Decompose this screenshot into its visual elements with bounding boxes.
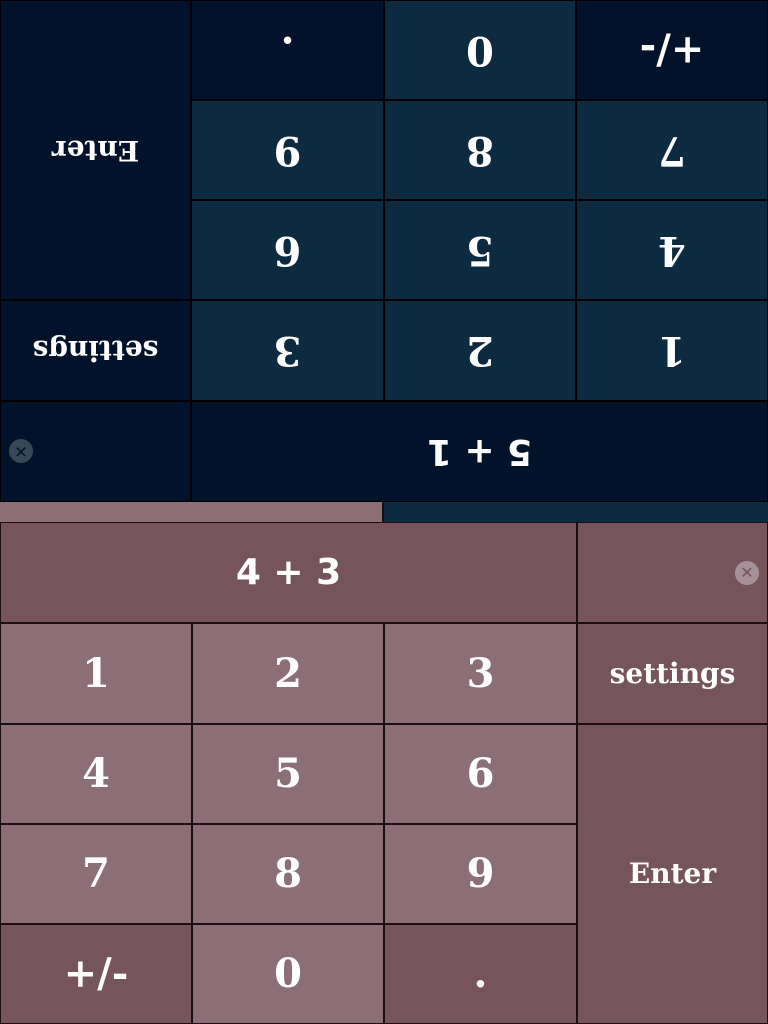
two-player-calculator: 5 + 1 ✕ 1 2 3 settings 4 5 6 7 8 9 Enter… [0, 0, 768, 1024]
bottom-key-1[interactable]: 1 [0, 623, 192, 724]
bottom-expression-text: 4 + 3 [235, 551, 342, 593]
top-key-8[interactable]: 8 [384, 100, 576, 200]
top-clear-area: ✕ [0, 401, 191, 502]
top-decimal-button[interactable]: . [191, 0, 384, 100]
top-key-1[interactable]: 1 [576, 300, 768, 401]
top-clear-icon[interactable]: ✕ [9, 439, 33, 463]
top-key-2[interactable]: 2 [384, 300, 576, 401]
top-expression-display: 5 + 1 [191, 401, 768, 502]
divider-strip-right [384, 502, 768, 522]
divider-strip-left [0, 502, 384, 522]
top-expression-text: 5 + 1 [426, 431, 533, 473]
bottom-key-0[interactable]: 0 [192, 924, 384, 1024]
top-settings-button[interactable]: settings [0, 300, 191, 401]
bottom-player-pad: 4 + 3 ✕ 1 2 3 settings 4 5 6 7 8 9 Enter… [0, 522, 768, 1024]
top-enter-button[interactable]: Enter [0, 0, 191, 300]
bottom-clear-area: ✕ [577, 522, 768, 623]
bottom-key-6[interactable]: 6 [384, 724, 577, 824]
bottom-clear-icon[interactable]: ✕ [735, 561, 759, 585]
bottom-decimal-button[interactable]: . [384, 924, 577, 1024]
bottom-enter-button[interactable]: Enter [577, 724, 768, 1024]
bottom-key-9[interactable]: 9 [384, 824, 577, 924]
bottom-key-8[interactable]: 8 [192, 824, 384, 924]
top-key-0[interactable]: 0 [384, 0, 576, 100]
top-player-pad: 5 + 1 ✕ 1 2 3 settings 4 5 6 7 8 9 Enter… [0, 0, 768, 502]
bottom-key-2[interactable]: 2 [192, 623, 384, 724]
top-key-5[interactable]: 5 [384, 200, 576, 300]
top-key-3[interactable]: 3 [191, 300, 384, 401]
bottom-sign-toggle-button[interactable]: +/- [0, 924, 192, 1024]
top-key-9[interactable]: 9 [191, 100, 384, 200]
bottom-key-3[interactable]: 3 [384, 623, 577, 724]
bottom-key-4[interactable]: 4 [0, 724, 192, 824]
top-key-4[interactable]: 4 [576, 200, 768, 300]
top-key-7[interactable]: 7 [576, 100, 768, 200]
bottom-expression-display: 4 + 3 [0, 522, 577, 623]
bottom-key-7[interactable]: 7 [0, 824, 192, 924]
top-sign-toggle-button[interactable]: +/- [576, 0, 768, 100]
bottom-settings-button[interactable]: settings [577, 623, 768, 724]
top-key-6[interactable]: 6 [191, 200, 384, 300]
bottom-key-5[interactable]: 5 [192, 724, 384, 824]
